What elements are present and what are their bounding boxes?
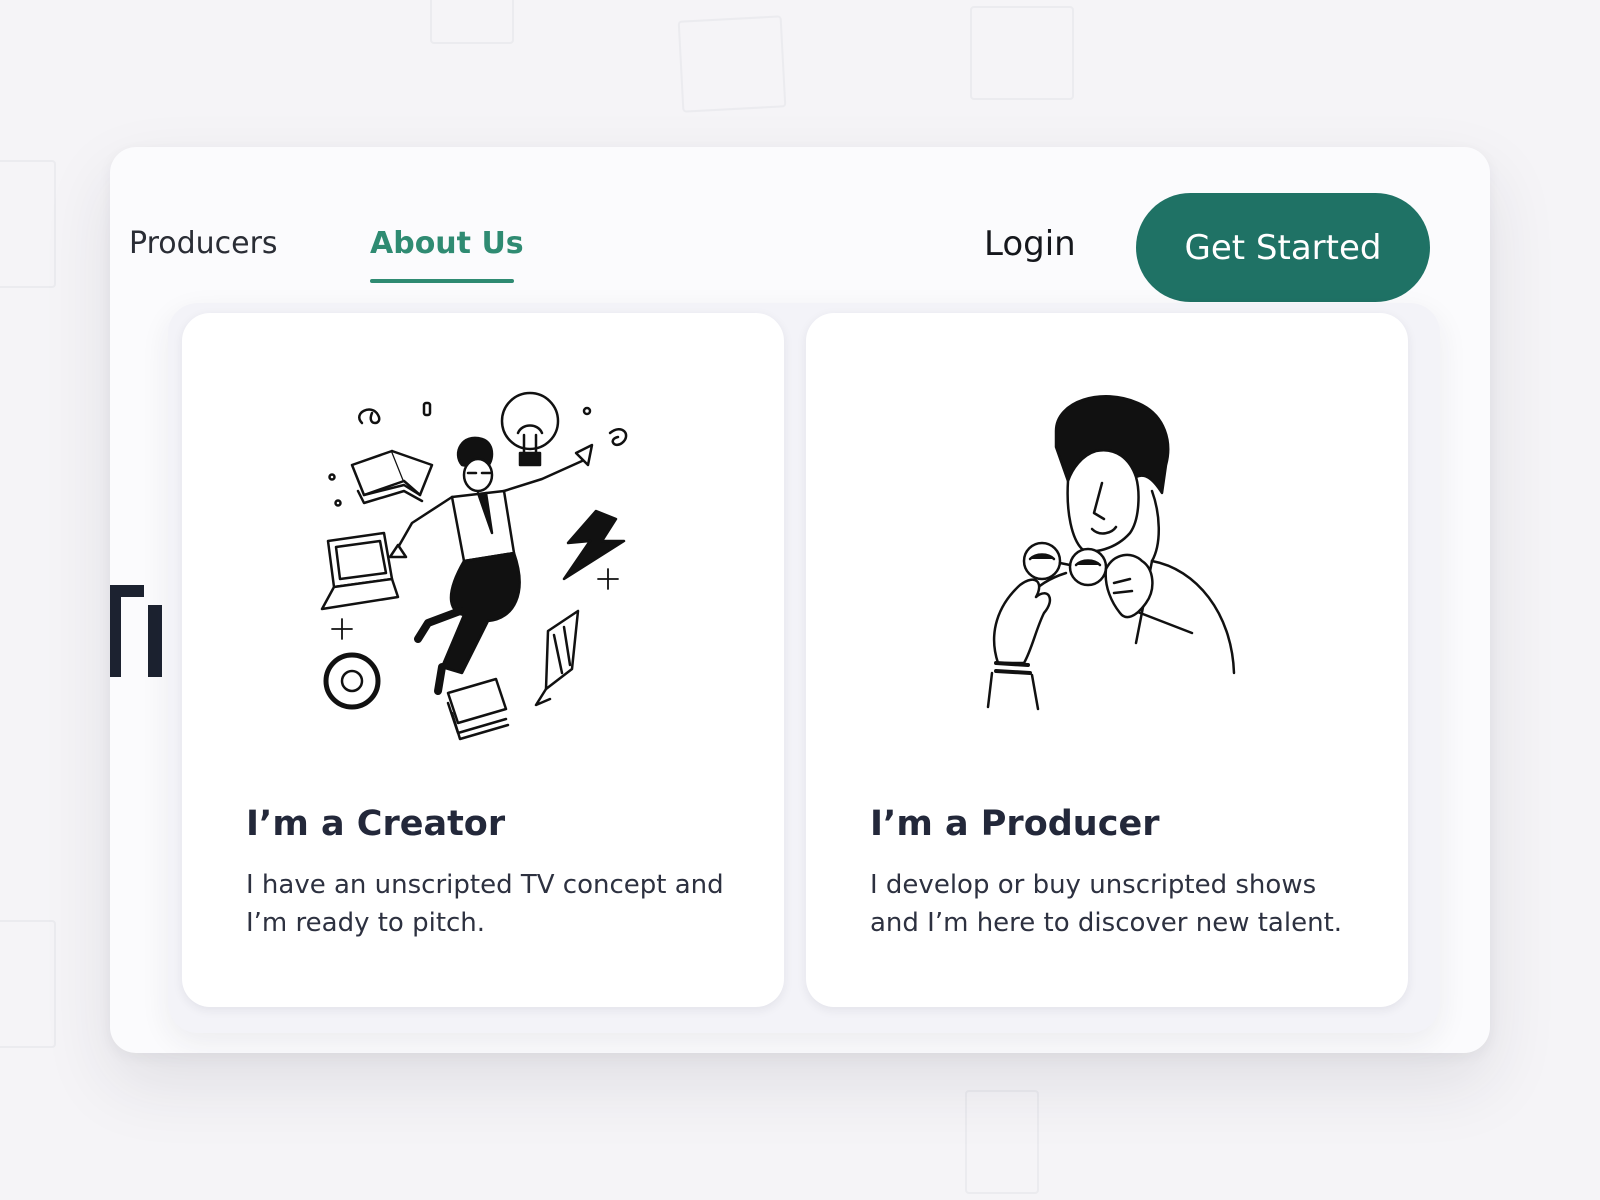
background-heading-fragment	[110, 585, 168, 680]
producer-illustration-icon	[986, 395, 1236, 711]
nav-link-about-us[interactable]: About Us	[370, 229, 524, 259]
active-tab-underline	[370, 279, 514, 283]
login-link[interactable]: Login	[984, 227, 1076, 261]
producer-card[interactable]: I’m a Producer I develop or buy unscript…	[806, 313, 1408, 1007]
background-sketch	[677, 15, 787, 113]
background-sketch	[0, 160, 56, 288]
nav-link-producers[interactable]: Producers	[129, 229, 278, 259]
background-sketch	[430, 0, 514, 44]
header-panel: Producers About Us Login Get Started I’m…	[110, 147, 1490, 1053]
get-started-button[interactable]: Get Started	[1136, 193, 1430, 302]
producer-card-description: I develop or buy unscripted shows and I’…	[870, 870, 1343, 938]
producer-card-title: I’m a Producer	[870, 804, 1160, 844]
background-sketch	[0, 920, 56, 1048]
creator-illustration-icon	[320, 391, 628, 741]
about-us-dropdown: I’m a Creator I have an unscripted TV co…	[168, 303, 1440, 1033]
creator-card-description: I have an unscripted TV concept and I’m …	[246, 870, 724, 938]
background-sketch	[965, 1090, 1039, 1194]
background-sketch	[970, 6, 1074, 100]
creator-card-title: I’m a Creator	[246, 804, 506, 844]
creator-card[interactable]: I’m a Creator I have an unscripted TV co…	[182, 313, 784, 1007]
